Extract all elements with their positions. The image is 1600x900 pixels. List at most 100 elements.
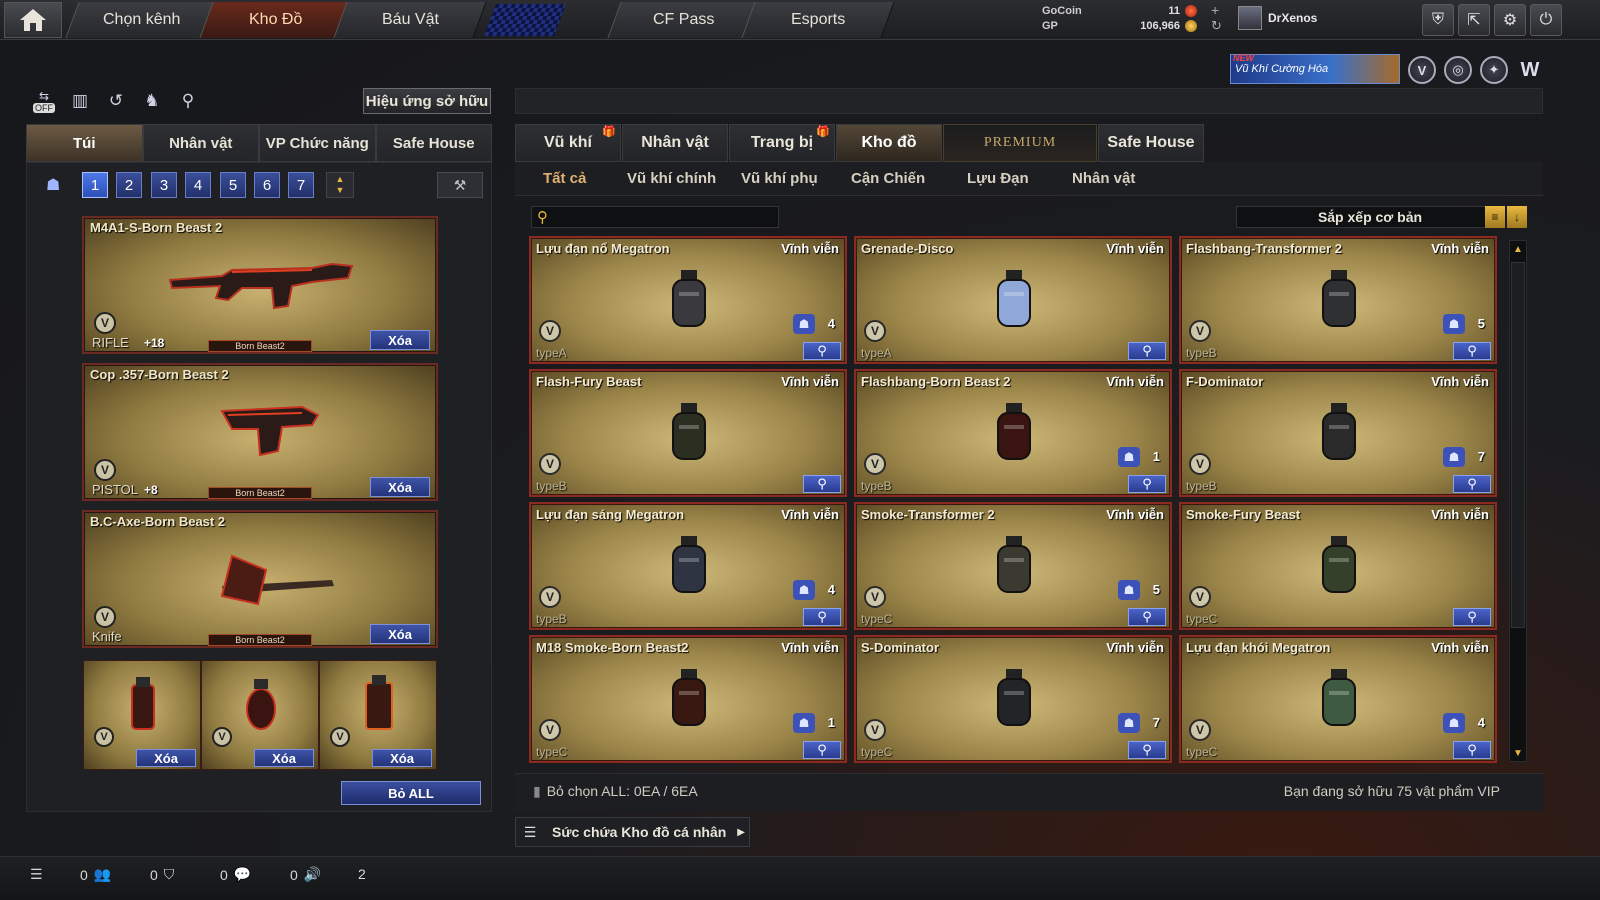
scroll-up-icon[interactable]: ▲ xyxy=(1510,241,1526,257)
inventory-item-card[interactable]: M18 Smoke-Born Beast2 Vĩnh viễn VtypeC ☗ 1 ⚲ xyxy=(529,635,847,763)
refresh-icon[interactable]: ↻ xyxy=(1211,18,1222,34)
page-button-2[interactable]: 2 xyxy=(116,172,142,198)
tab-vp-chuc-nang[interactable]: VP Chức năng xyxy=(259,124,376,162)
grenade-slot-3[interactable]: V Xóa xyxy=(319,660,437,770)
tab-vu-khi[interactable]: Vũ khí 🎁 xyxy=(515,124,621,162)
magnify-button[interactable]: ⚲ xyxy=(1453,741,1491,759)
tab-kho-do-right[interactable]: Kho đồ xyxy=(836,124,942,162)
weapon-upgrade-banner[interactable]: NEW Vũ Khí Cường Hóa xyxy=(1230,53,1400,84)
delete-button[interactable]: Xóa xyxy=(370,624,430,644)
storage-capacity-button[interactable]: ☰ Sức chứa Kho đồ cá nhân ▶ xyxy=(515,817,750,847)
vip-event-icon[interactable]: V xyxy=(1408,56,1436,84)
loadout-rifle[interactable]: M4A1-S-Born Beast 2 V RIFLE +18 Born Bea… xyxy=(82,216,438,354)
character-icon[interactable]: ♞ xyxy=(138,88,166,114)
scroll-down-icon[interactable]: ▼ xyxy=(1510,745,1526,761)
clan-status[interactable]: 0 ⛉ xyxy=(150,866,174,883)
tab-esports[interactable]: Esports xyxy=(741,2,895,38)
inventory-item-card[interactable]: Grenade-Disco Vĩnh viễn VtypeA ⚲ xyxy=(854,236,1172,364)
inventory-item-card[interactable]: Flashbang-Transformer 2 Vĩnh viễn VtypeB ☗ 5… xyxy=(1179,236,1497,364)
magnify-button[interactable]: ⚲ xyxy=(1128,342,1166,360)
owned-effects-button[interactable]: Hiệu ứng sở hữu xyxy=(363,88,491,114)
deselect-all-info[interactable]: ▮ Bỏ chọn ALL: 0EA / 6EA xyxy=(533,783,698,800)
page-button-4[interactable]: 4 xyxy=(185,172,211,198)
tab-tui[interactable]: Túi xyxy=(26,124,143,162)
subtab-tat-ca[interactable]: Tất cả xyxy=(543,170,586,190)
add-coin-icon[interactable]: + xyxy=(1211,2,1219,18)
delete-button[interactable]: Xóa xyxy=(254,749,314,767)
history-icon[interactable]: ↺ xyxy=(102,88,130,114)
magnify-button[interactable]: ⚲ xyxy=(1453,342,1491,360)
tab-nhan-vat-right[interactable]: Nhân vật xyxy=(622,124,728,162)
tab-safe-house-right[interactable]: Safe House xyxy=(1098,124,1204,162)
inventory-item-card[interactable]: F-Dominator Vĩnh viễn VtypeB ☗ 7 ⚲ xyxy=(1179,369,1497,497)
inventory-item-card[interactable]: Smoke-Fury Beast Vĩnh viễn VtypeC ⚲ xyxy=(1179,502,1497,630)
mouse-icon[interactable]: ⚲ xyxy=(174,88,202,114)
gear-icon[interactable]: ⚙ xyxy=(1494,4,1526,36)
friends-status[interactable]: 0 👥 xyxy=(80,866,111,883)
menu-icon[interactable]: ☰ xyxy=(30,866,43,883)
weapon-swap-icon[interactable]: ⚒ xyxy=(437,172,483,198)
avatar[interactable] xyxy=(1238,6,1262,30)
loadout-pistol[interactable]: Cop .357-Born Beast 2 V PISTOL +8 Born B… xyxy=(82,363,438,501)
magnify-button[interactable]: ⚲ xyxy=(803,608,841,626)
page-button-1[interactable]: 1 xyxy=(82,172,108,198)
tab-trang-bi[interactable]: Trang bị 🎁 xyxy=(729,124,835,162)
inventory-item-card[interactable]: Smoke-Transformer 2 Vĩnh viễn VtypeC ☗ 5 ⚲ xyxy=(854,502,1172,630)
subtab-nhan-vat[interactable]: Nhân vật xyxy=(1072,170,1135,190)
search-input[interactable] xyxy=(531,206,779,228)
delete-button[interactable]: Xóa xyxy=(136,749,196,767)
home-button[interactable] xyxy=(4,2,62,38)
remove-all-button[interactable]: Bỏ ALL xyxy=(341,781,481,805)
delete-button[interactable]: Xóa xyxy=(372,749,432,767)
tab-chon-kenh[interactable]: Chọn kênh xyxy=(65,2,219,38)
toggle-off-icon[interactable]: ⇆ OFF xyxy=(30,88,58,114)
tab-safe-house[interactable]: Safe House xyxy=(375,124,492,162)
magnify-button[interactable]: ⚲ xyxy=(1128,475,1166,493)
subtab-vu-khi-phu[interactable]: Vũ khí phụ xyxy=(741,170,818,190)
w-logo-icon[interactable]: W xyxy=(1516,56,1544,84)
list-view-icon[interactable]: ≡ xyxy=(1485,206,1505,228)
magnify-button[interactable]: ⚲ xyxy=(1128,741,1166,759)
page-button-5[interactable]: 5 xyxy=(220,172,246,198)
tab-kho-do[interactable]: Kho Đồ xyxy=(199,2,353,38)
grenade-slot-1[interactable]: V Xóa xyxy=(83,660,201,770)
page-button-3[interactable]: 3 xyxy=(151,172,177,198)
subtab-vu-khi-chinh[interactable]: Vũ khí chính xyxy=(627,170,716,190)
inventory-item-card[interactable]: Lựu đạn nổ Megatron Vĩnh viễn VtypeA ☗ 4 ⚲ xyxy=(529,236,847,364)
magnify-button[interactable]: ⚲ xyxy=(1128,608,1166,626)
delete-button[interactable]: Xóa xyxy=(370,330,430,350)
tab-premium[interactable]: PREMIUM xyxy=(943,124,1097,162)
inventory-item-card[interactable]: Flash-Fury Beast Vĩnh viễn VtypeB ⚲ xyxy=(529,369,847,497)
magnify-button[interactable]: ⚲ xyxy=(1453,475,1491,493)
globe-icon[interactable]: ◎ xyxy=(1444,56,1472,84)
subtab-can-chien[interactable]: Cận Chiến xyxy=(851,170,925,190)
page-button-6[interactable]: 6 xyxy=(254,172,280,198)
exit-icon[interactable]: ⇱ xyxy=(1458,4,1490,36)
shield-icon[interactable]: ⛨ xyxy=(1422,4,1454,36)
magnify-button[interactable]: ⚲ xyxy=(1453,608,1491,626)
inventory-item-card[interactable]: Lựu đạn khói Megatron Vĩnh viễn VtypeC ☗ 4 ⚲ xyxy=(1179,635,1497,763)
grenade-slot-2[interactable]: V Xóa xyxy=(201,660,319,770)
inventory-item-card[interactable]: Lựu đạn sáng Megatron Vĩnh viễn VtypeB ☗ 4 ⚲ xyxy=(529,502,847,630)
loadout-knife[interactable]: B.C-Axe-Born Beast 2 V Knife Born Beast2… xyxy=(82,510,438,648)
page-button-7[interactable]: 7 xyxy=(288,172,314,198)
page-scroll-arrows[interactable]: ▲ ▼ xyxy=(326,172,354,198)
scroll-thumb[interactable] xyxy=(1511,262,1525,628)
delete-button[interactable]: Xóa xyxy=(370,477,430,497)
power-icon[interactable]: ⏻ xyxy=(1530,4,1562,36)
inventory-item-card[interactable]: Flashbang-Born Beast 2 Vĩnh viễn VtypeB ☗ 1 ⚲ xyxy=(854,369,1172,497)
tab-cf-pass[interactable]: CF Pass xyxy=(607,2,761,38)
subtab-luu-dan[interactable]: Lựu Đạn xyxy=(967,170,1029,190)
sort-select[interactable]: Sắp xếp cơ bản xyxy=(1236,206,1504,228)
magnify-button[interactable]: ⚲ xyxy=(803,475,841,493)
tab-nhan-vat[interactable]: Nhân vật xyxy=(142,124,259,162)
crosshair-icon[interactable]: ✦ xyxy=(1480,56,1508,84)
ranking-icon[interactable]: ▥ xyxy=(66,88,94,114)
magnify-button[interactable]: ⚲ xyxy=(803,741,841,759)
tab-bau-vat[interactable]: Báu Vật xyxy=(333,2,487,38)
inventory-item-card[interactable]: S-Dominator Vĩnh viễn VtypeC ☗ 7 ⚲ xyxy=(854,635,1172,763)
chat-status[interactable]: 0 💬 xyxy=(220,866,251,883)
sort-direction-icon[interactable]: ↓ xyxy=(1507,206,1527,228)
voice-status[interactable]: 0 🔊 xyxy=(290,866,321,883)
magnify-button[interactable]: ⚲ xyxy=(803,342,841,360)
